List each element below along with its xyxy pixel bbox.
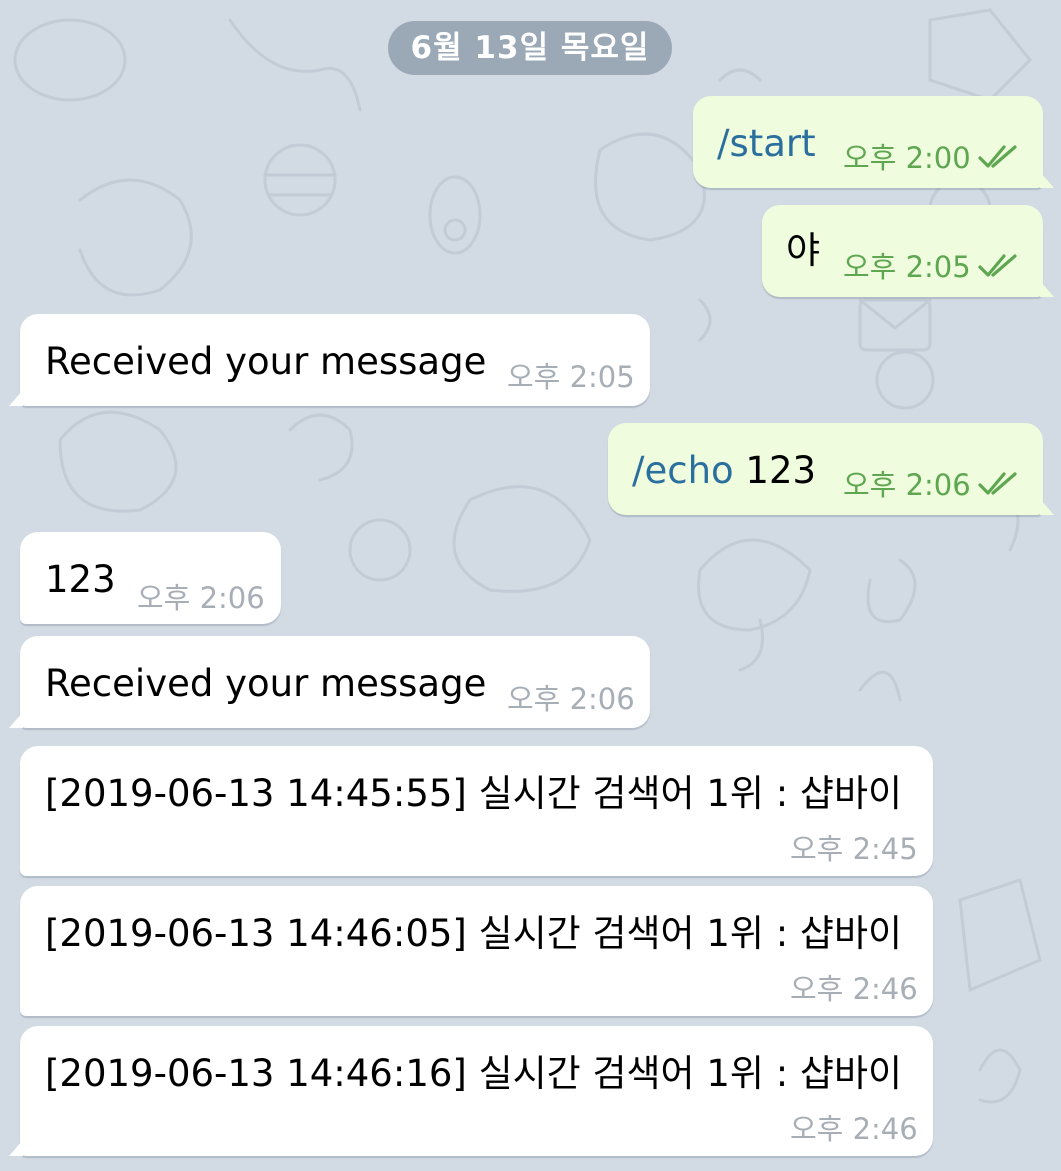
bot-command-link[interactable]: /echo — [632, 449, 734, 492]
message-text: 야 — [786, 229, 821, 272]
message-time: 오후 2:46 — [790, 972, 918, 1006]
message-bubble-outgoing[interactable]: /start 오후 2:00 — [693, 96, 1054, 188]
double-check-icon — [978, 145, 1017, 168]
message-time: 오후 2:06 — [507, 682, 635, 716]
bubble-tail — [1040, 499, 1054, 515]
message-bubble-incoming[interactable]: [2019-06-13 14:45:55] 실시간 검색어 1위 : 샵바이 오… — [20, 746, 933, 876]
double-check-icon — [978, 472, 1017, 495]
double-check-icon — [978, 254, 1017, 277]
bubble-tail — [1040, 172, 1054, 188]
message-bubble-outgoing[interactable]: 야 오후 2:05 — [762, 205, 1054, 297]
message-time: 오후 2:05 — [843, 250, 971, 284]
message-text: /start — [717, 122, 816, 166]
message-text: Received your message — [45, 662, 487, 705]
bubble-tail — [9, 1140, 23, 1156]
bubble-tail — [9, 712, 23, 728]
message-text: [2019-06-13 14:46:05] 실시간 검색어 1위 : 샵바이 — [45, 912, 903, 955]
message-bubble-incoming[interactable]: 123 오후 2:06 — [20, 532, 281, 624]
message-time: 오후 2:05 — [507, 360, 635, 394]
message-bubble-incoming[interactable]: Received your message 오후 2:05 — [9, 314, 650, 406]
message-time: 오후 2:45 — [790, 832, 918, 866]
message-time: 오후 2:00 — [843, 141, 971, 175]
date-header: 6월 13일 목요일 — [388, 21, 672, 75]
bot-command-link[interactable]: /start — [717, 122, 816, 165]
message-text: Received your message — [45, 340, 487, 383]
message-time: 오후 2:06 — [137, 581, 265, 615]
message-time: 오후 2:06 — [843, 468, 971, 502]
message-bubble-incoming[interactable]: [2019-06-13 14:46:05] 실시간 검색어 1위 : 샵바이 오… — [20, 886, 933, 1016]
message-text: 123 — [45, 558, 116, 601]
message-time: 오후 2:46 — [790, 1112, 918, 1146]
message-text: [2019-06-13 14:45:55] 실시간 검색어 1위 : 샵바이 — [45, 772, 903, 815]
message-bubble-outgoing[interactable]: /echo 123 오후 2:06 — [608, 423, 1054, 515]
bubble-tail — [9, 390, 23, 406]
message-bubble-incoming[interactable]: [2019-06-13 14:46:16] 실시간 검색어 1위 : 샵바이 오… — [9, 1026, 933, 1156]
message-text: /echo 123 — [632, 449, 817, 492]
bubble-tail — [1040, 281, 1054, 297]
message-text: [2019-06-13 14:46:16] 실시간 검색어 1위 : 샵바이 — [45, 1052, 903, 1095]
message-bubble-incoming[interactable]: Received your message 오후 2:06 — [9, 636, 650, 728]
